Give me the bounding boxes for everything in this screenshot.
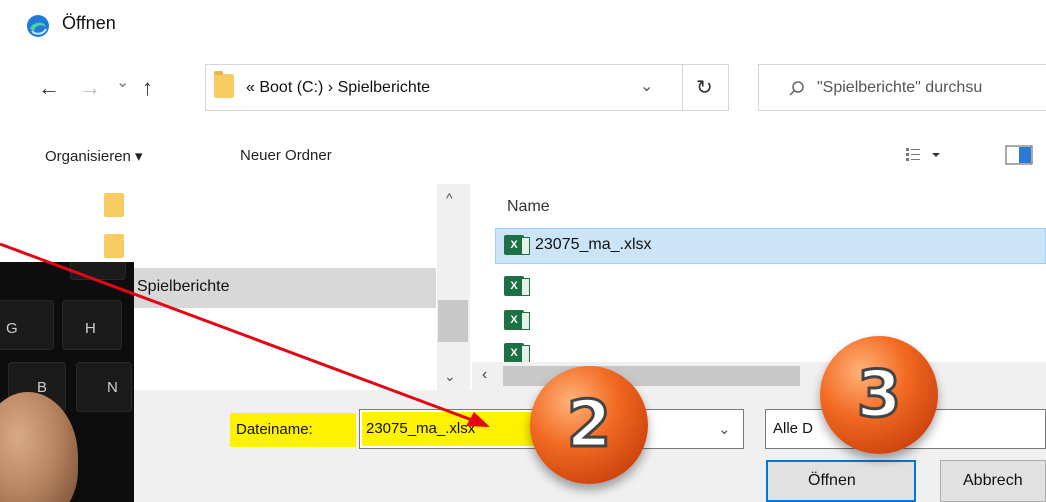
open-button-label: Öffnen — [808, 472, 856, 489]
command-toolbar — [0, 124, 1046, 184]
navpane-scrollbar[interactable] — [437, 184, 470, 390]
cancel-button-label: Abbrech — [963, 472, 1023, 489]
scrollbar-thumb[interactable] — [438, 300, 468, 342]
keyboard-key: U — [70, 262, 128, 280]
address-path[interactable]: « Boot (C:) › Spielberichte — [246, 79, 430, 97]
scroll-up-icon[interactable]: ^ — [446, 190, 453, 206]
edge-icon — [27, 15, 49, 37]
view-options-icon[interactable] — [905, 146, 947, 164]
search-icon — [789, 81, 804, 96]
excel-file-icon: X — [504, 235, 530, 255]
file-name: 23075_ma_.xlsx — [535, 236, 652, 253]
keyboard-key: H — [62, 300, 122, 350]
column-header-name[interactable]: Name — [507, 198, 550, 216]
forward-arrow-icon[interactable]: → — [79, 77, 101, 99]
filename-label: Dateiname: — [236, 421, 313, 438]
filetype-value: Alle D — [773, 420, 814, 437]
chevron-down-icon[interactable]: ⌄ — [718, 420, 731, 438]
keyboard-key: N — [76, 362, 132, 412]
preview-pane-icon[interactable] — [1005, 145, 1035, 165]
window-title: Öffnen — [62, 13, 116, 33]
title-bar — [0, 0, 1046, 52]
step-number: 2 — [565, 387, 613, 464]
folder-icon[interactable] — [104, 234, 124, 258]
step-number: 3 — [855, 357, 903, 434]
up-arrow-icon[interactable]: ↑ — [142, 77, 153, 99]
organize-button[interactable]: Organisieren ▾ — [45, 147, 143, 165]
folder-icon — [214, 71, 234, 98]
folder-icon[interactable] — [104, 193, 124, 217]
new-folder-button[interactable]: Neuer Ordner — [240, 147, 332, 164]
filename-value[interactable]: 23075_ma_.xlsx — [366, 420, 475, 437]
file-list — [472, 180, 1046, 390]
search-placeholder: "Spielberichte" durchsu — [817, 79, 983, 96]
keyboard-key: G — [0, 300, 54, 350]
recent-locations-icon[interactable]: ⌄ — [116, 75, 129, 91]
sidebar-item-label: Spielberichte — [137, 278, 230, 295]
refresh-icon: ↻ — [696, 77, 713, 99]
back-arrow-icon[interactable]: ← — [38, 77, 60, 99]
excel-file-icon[interactable]: X — [504, 276, 530, 296]
address-dropdown-icon[interactable]: ⌄ — [640, 79, 653, 95]
scroll-left-icon[interactable]: ‹ — [482, 366, 487, 384]
scroll-down-icon[interactable]: ⌄ — [444, 368, 456, 385]
excel-file-icon[interactable]: X — [504, 310, 530, 330]
excel-file-icon[interactable]: X — [504, 343, 530, 363]
